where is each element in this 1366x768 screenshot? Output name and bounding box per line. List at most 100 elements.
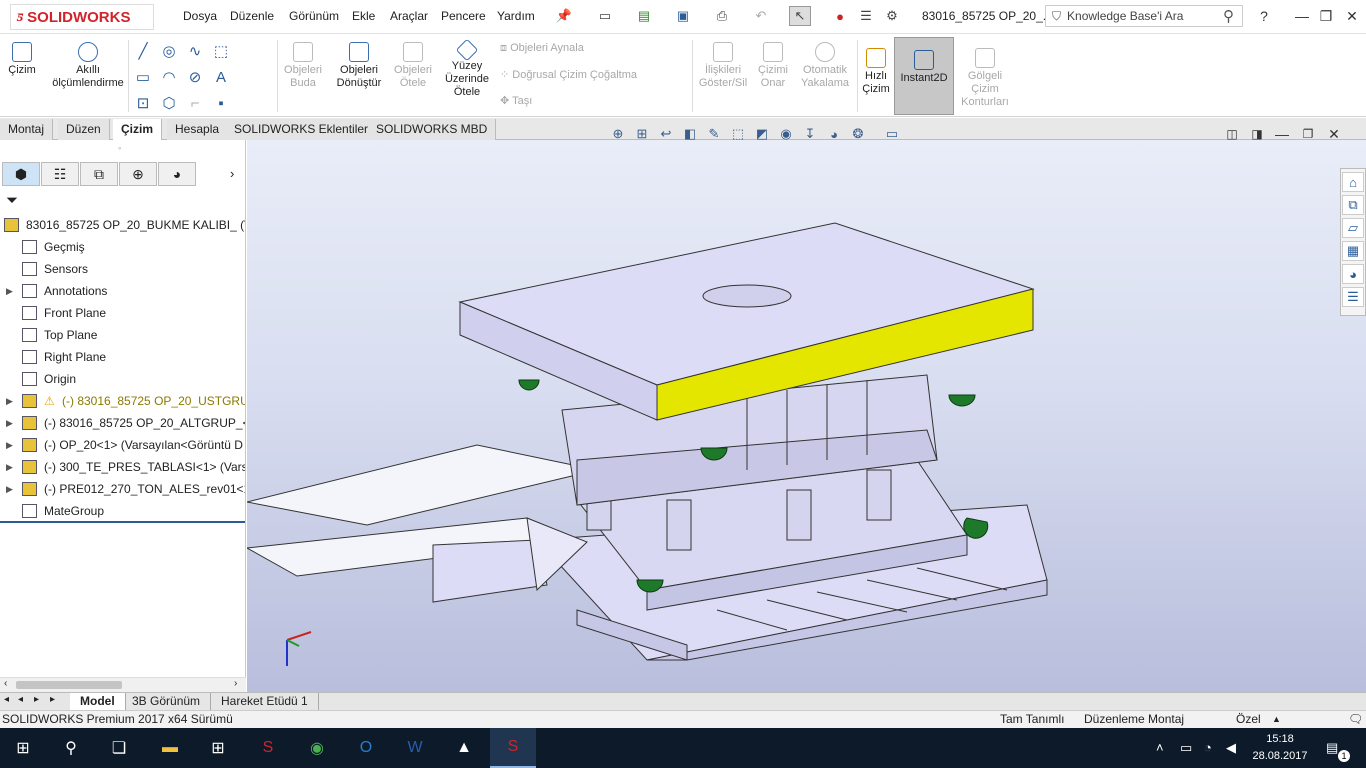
chrome-icon[interactable]: ◉ bbox=[294, 728, 340, 768]
sketch-button[interactable]: Çizim bbox=[4, 42, 40, 77]
pin-icon[interactable]: 📌 bbox=[553, 6, 575, 26]
convert-entities-button[interactable]: Objeleri Dönüştür bbox=[333, 42, 385, 90]
display-relations-button[interactable]: İlişkileri Göster/Sil bbox=[696, 42, 750, 90]
viewport-right-icon[interactable]: ◨ bbox=[1245, 124, 1269, 144]
tab-mbd[interactable]: SOLIDWORKS MBD bbox=[368, 119, 497, 140]
filter-icon[interactable]: ⏷ bbox=[6, 192, 18, 209]
expand-arrow-icon[interactable]: ▶ bbox=[6, 434, 13, 456]
panel-grip-icon[interactable]: ◦ bbox=[118, 143, 121, 153]
fillet-icon[interactable]: ⌐ bbox=[184, 94, 206, 112]
configuration-tab-icon[interactable]: ⧉ bbox=[80, 162, 118, 186]
tree-item[interactable]: ▶ (-) 83016_85725 OP_20_ALTGRUP_<1> bbox=[0, 412, 245, 434]
hide-show-items-icon[interactable]: ◉ bbox=[776, 125, 796, 143]
slot-icon[interactable]: ⊡ bbox=[132, 94, 154, 112]
tab-3d-view[interactable]: 3B Görünüm bbox=[122, 693, 212, 710]
scroll-right-icon[interactable]: › bbox=[234, 678, 237, 689]
minimize-icon[interactable]: — bbox=[1290, 6, 1314, 26]
tree-item[interactable]: 83016_85725 OP_20_BUKME KALIBI_ (Vars bbox=[0, 214, 245, 236]
close-icon[interactable]: ✕ bbox=[1340, 6, 1364, 26]
knowledge-base-search[interactable]: ⛉ Knowledge Base'i Ara ⚲ bbox=[1045, 5, 1243, 27]
tree-item[interactable]: ▶ (-) OP_20<1> (Varsayılan<Görüntü D bbox=[0, 434, 245, 456]
tree-item[interactable]: ▶ ⚠ (-) 83016_85725 OP_20_USTGRUP bbox=[0, 390, 245, 412]
wifi-icon[interactable]: ◔ bbox=[1204, 740, 1212, 755]
expand-arrow-icon[interactable]: ▶ bbox=[6, 456, 13, 478]
tree-item[interactable]: Geçmiş bbox=[0, 236, 245, 258]
scroll-thumb[interactable] bbox=[16, 681, 122, 689]
panel-expand-arrow-icon[interactable]: › bbox=[230, 166, 234, 181]
select-arrow-icon[interactable]: ↖ bbox=[789, 6, 811, 26]
rapid-sketch-button[interactable]: Hızlı Çizim bbox=[860, 48, 892, 96]
zoom-to-area-icon[interactable]: ⊞ bbox=[632, 125, 652, 143]
tab-duzen[interactable]: Düzen bbox=[58, 119, 110, 140]
menu-araclar[interactable]: Araçlar bbox=[390, 9, 428, 23]
tray-expand-icon[interactable]: ˄ bbox=[1156, 740, 1164, 755]
repair-sketch-button[interactable]: Çizimi Onar bbox=[754, 42, 792, 90]
outlook-icon[interactable]: O bbox=[343, 728, 389, 768]
clock-date[interactable]: 28.08.2017 bbox=[1252, 750, 1308, 762]
rebuild-icon[interactable]: ● bbox=[829, 6, 851, 26]
menu-pencere[interactable]: Pencere bbox=[441, 9, 486, 23]
menu-dosya[interactable]: Dosya bbox=[183, 9, 217, 23]
feature-tree-tab-icon[interactable]: ⬢ bbox=[2, 162, 40, 186]
spline-icon[interactable]: ∿ bbox=[184, 42, 206, 60]
expand-arrow-icon[interactable]: ▶ bbox=[6, 412, 13, 434]
tree-item[interactable]: Front Plane bbox=[0, 302, 245, 324]
tree-item[interactable]: ▶ (-) PRE012_270_TON_ALES_rev01<1> bbox=[0, 478, 245, 500]
windows-start-icon[interactable]: ⊞ bbox=[0, 728, 46, 768]
view-settings-icon[interactable]: ❂ bbox=[848, 125, 868, 143]
viewport-close-icon[interactable]: ✕ bbox=[1322, 124, 1346, 144]
tab-eklentiler[interactable]: SOLIDWORKS Eklentileri bbox=[226, 119, 380, 140]
polygon-icon[interactable]: ⬡ bbox=[158, 94, 180, 112]
menu-ekle[interactable]: Ekle bbox=[352, 9, 375, 23]
tab-model[interactable]: Model bbox=[70, 693, 126, 710]
volume-icon[interactable]: ◀ bbox=[1226, 740, 1236, 756]
zoom-to-fit-icon[interactable]: ⊕ bbox=[608, 125, 628, 143]
photos-icon[interactable]: ▲ bbox=[441, 728, 487, 768]
design-library-icon[interactable]: ⧉ bbox=[1342, 195, 1364, 215]
apply-scene-icon[interactable]: ◕ bbox=[824, 125, 844, 143]
previous-view-icon[interactable]: ↩ bbox=[656, 125, 676, 143]
section-view-icon[interactable]: ◧ bbox=[680, 125, 700, 143]
instant2d-button[interactable]: Instant2D bbox=[894, 37, 954, 115]
custom-properties-icon[interactable]: ☰ bbox=[1342, 287, 1364, 307]
expand-arrow-icon[interactable]: ▶ bbox=[6, 280, 13, 302]
help-icon[interactable]: ? bbox=[1252, 6, 1276, 26]
circle-icon[interactable]: ◎ bbox=[158, 42, 180, 60]
open-icon[interactable]: ▤ bbox=[633, 6, 655, 26]
search-icon[interactable]: ⚲ bbox=[48, 728, 94, 768]
file-properties-icon[interactable]: ☰ bbox=[855, 6, 877, 26]
word-icon[interactable]: W bbox=[392, 728, 438, 768]
viewport-left-icon[interactable]: ◫ bbox=[1220, 124, 1244, 144]
options-gear-icon[interactable]: ⚙ bbox=[881, 6, 903, 26]
scroll-left-icon[interactable]: ‹ bbox=[4, 678, 7, 689]
trim-entities-button[interactable]: Objeleri Buda bbox=[281, 42, 325, 90]
linear-pattern-button[interactable]: ⁘ Doğrusal Çizim Çoğaltma bbox=[500, 68, 637, 81]
tab-next-icon[interactable]: ▸ bbox=[34, 694, 39, 705]
move-entities-button[interactable]: ✥ Taşı bbox=[500, 94, 532, 107]
print-icon[interactable]: ⎙ bbox=[711, 6, 733, 26]
point-icon[interactable]: ▪ bbox=[210, 94, 232, 112]
edit-appearance-icon[interactable]: ↧ bbox=[800, 125, 820, 143]
assembly-model[interactable] bbox=[247, 140, 1366, 692]
graphics-area[interactable] bbox=[247, 140, 1366, 692]
search-icon[interactable]: ⚲ bbox=[1223, 7, 1234, 25]
notifications-icon[interactable]: ▤ bbox=[1326, 740, 1338, 756]
line-icon[interactable]: ╱ bbox=[132, 42, 154, 60]
menu-yardim[interactable]: Yardım bbox=[497, 9, 535, 23]
save-icon[interactable]: ▣ bbox=[672, 6, 694, 26]
appearances-icon[interactable]: ◕ bbox=[1342, 264, 1364, 284]
tree-item[interactable]: Right Plane bbox=[0, 346, 245, 368]
battery-icon[interactable]: ▭ bbox=[1180, 740, 1192, 756]
text-icon[interactable]: A bbox=[210, 68, 232, 86]
expand-arrow-icon[interactable]: ▶ bbox=[6, 390, 13, 412]
viewport-restore-icon[interactable]: ❐ bbox=[1296, 124, 1320, 144]
view-palette-icon[interactable]: ▦ bbox=[1342, 241, 1364, 261]
status-tooltip-icon[interactable]: 🗨 bbox=[1348, 711, 1363, 728]
file-explorer-icon[interactable]: ▱ bbox=[1342, 218, 1364, 238]
quick-snaps-button[interactable]: Otomatik Yakalama bbox=[798, 42, 852, 90]
view-orientation-icon[interactable]: ⬚ bbox=[728, 125, 748, 143]
shaded-contours-button[interactable]: Gölgeli Çizim Konturları bbox=[956, 48, 1014, 109]
new-doc-icon[interactable]: ▭ bbox=[594, 6, 616, 26]
tree-item[interactable]: Origin bbox=[0, 368, 245, 390]
tab-montaj[interactable]: Montaj bbox=[0, 119, 54, 140]
